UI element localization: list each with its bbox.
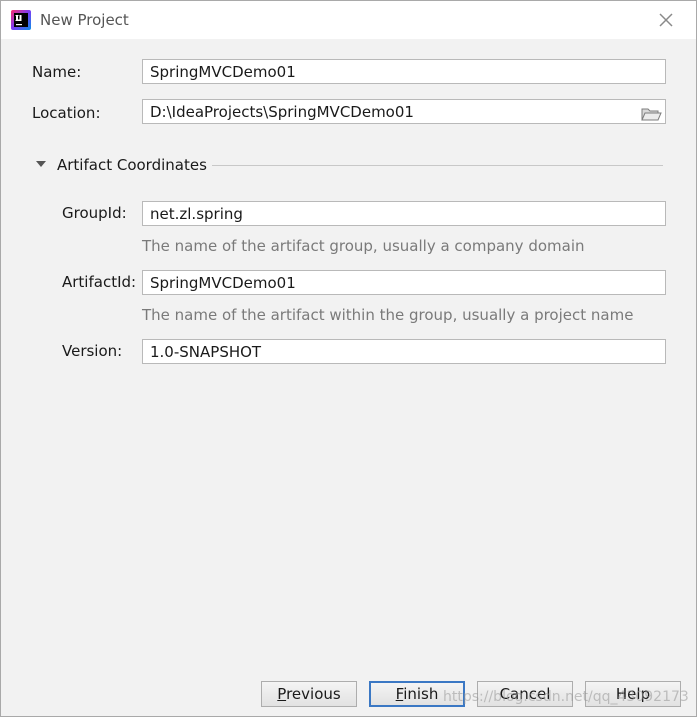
name-label: Name: bbox=[32, 63, 82, 81]
previous-button[interactable]: Previous bbox=[261, 681, 357, 707]
triangle-down-icon[interactable] bbox=[35, 159, 47, 169]
artifact-coordinates-title: Artifact Coordinates bbox=[57, 156, 207, 174]
title-bar: New Project bbox=[1, 1, 696, 39]
location-label: Location: bbox=[32, 104, 101, 122]
groupid-hint: The name of the artifact group, usually … bbox=[142, 237, 585, 255]
artifactid-field[interactable] bbox=[142, 270, 666, 295]
section-divider bbox=[212, 165, 663, 166]
previous-label: revious bbox=[286, 685, 341, 703]
folder-icon[interactable] bbox=[640, 105, 662, 123]
location-field[interactable] bbox=[142, 99, 666, 124]
dialog-title: New Project bbox=[40, 11, 129, 29]
watermark: https://blog.csdn.net/qq_43092173 bbox=[443, 689, 689, 705]
artifactid-label: ArtifactId: bbox=[62, 273, 137, 291]
intellij-idea-logo-icon bbox=[11, 10, 31, 30]
version-label: Version: bbox=[62, 342, 123, 360]
previous-mnemonic: P bbox=[277, 685, 287, 703]
groupid-label: GroupId: bbox=[62, 204, 127, 222]
close-icon[interactable] bbox=[655, 9, 677, 31]
artifactid-hint: The name of the artifact within the grou… bbox=[142, 306, 634, 324]
name-field[interactable] bbox=[142, 59, 666, 84]
new-project-dialog: New Project Name: Location: Artifact Coo… bbox=[0, 0, 697, 717]
version-field[interactable] bbox=[142, 339, 666, 364]
finish-label: inish bbox=[403, 685, 439, 703]
groupid-field[interactable] bbox=[142, 201, 666, 226]
